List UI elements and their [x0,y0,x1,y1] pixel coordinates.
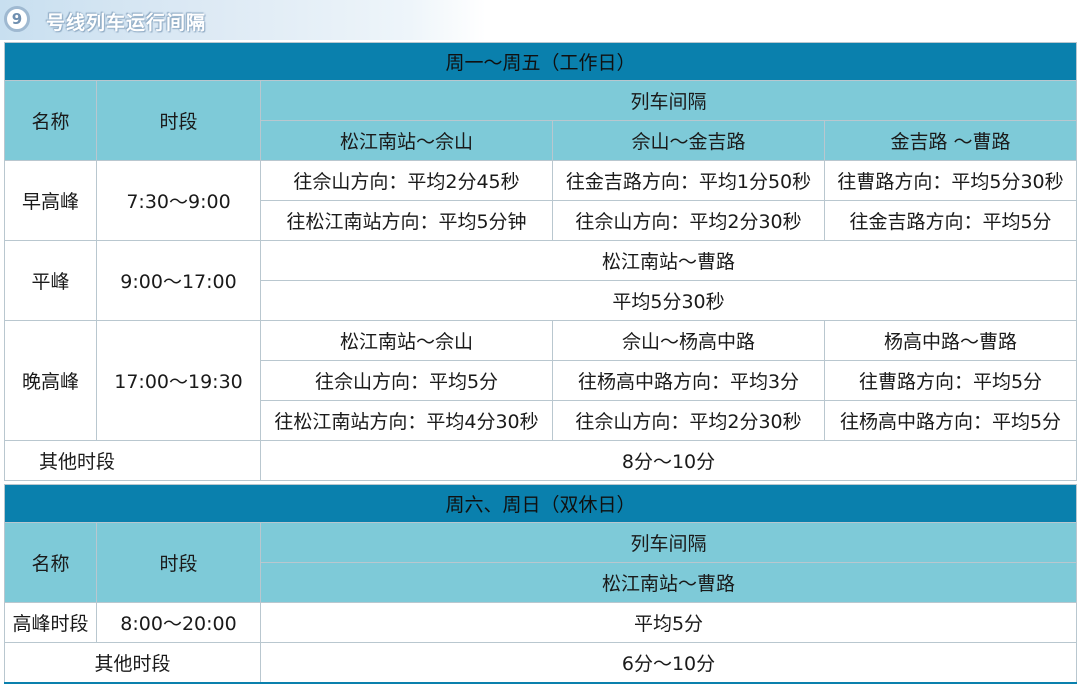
morning-peak-time: 7:30～9:00 [96,160,261,241]
offpeak-interval: 平均5分30秒 [260,280,1077,321]
column-header-period: 时段 [96,522,261,603]
weekend-other-name: 其他时段 [4,642,261,684]
segment-header-2: 佘山～金吉路 [552,120,825,161]
weekday-interval-table: 周一～周五（工作日） 名称 时段 列车间隔 松江南站～佘山 佘山～金吉路 金吉路… [4,42,1077,481]
weekday-other-name: 其他时段 [4,440,261,481]
table-cell: 佘山～杨高中路 [552,320,825,361]
table-cell: 往佘山方向：平均2分45秒 [260,160,553,201]
table-cell: 松江南站～佘山 [260,320,553,361]
table-cell: 杨高中路～曹路 [824,320,1077,361]
table-cell: 往杨高中路方向：平均5分 [824,400,1077,441]
table-cell: 往松江南站方向：平均5分钟 [260,200,553,241]
column-header-name: 名称 [4,522,97,603]
segment-header: 松江南站～曹路 [260,562,1077,603]
evening-peak-name: 晚高峰 [4,320,97,441]
table-cell: 往佘山方向：平均2分30秒 [552,400,825,441]
segment-header-3: 金吉路 ～曹路 [824,120,1077,161]
table-cell: 往杨高中路方向：平均3分 [552,360,825,401]
offpeak-name: 平峰 [4,240,97,321]
column-header-name: 名称 [4,80,97,161]
weekend-peak-time: 8:00～20:00 [96,602,261,643]
column-header-period: 时段 [96,80,261,161]
table-cell: 往佘山方向：平均5分 [260,360,553,401]
segment-header-1: 松江南站～佘山 [260,120,553,161]
weekend-interval-table: 周六、周日（双休日） 名称 时段 列车间隔 松江南站～曹路 高峰时段 8:00～… [4,484,1077,684]
weekend-section-header: 周六、周日（双休日） [4,484,1077,523]
column-header-interval: 列车间隔 [260,522,1077,563]
weekday-section-header: 周一～周五（工作日） [4,42,1077,81]
table-cell: 往曹路方向：平均5分 [824,360,1077,401]
morning-peak-name: 早高峰 [4,160,97,241]
offpeak-segment: 松江南站～曹路 [260,240,1077,281]
weekend-peak-name: 高峰时段 [4,602,97,643]
weekend-peak-interval: 平均5分 [260,602,1077,643]
weekend-other-interval: 6分～10分 [260,642,1077,684]
evening-peak-time: 17:00～19:30 [96,320,261,441]
table-cell: 往金吉路方向：平均1分50秒 [552,160,825,201]
section-banner: 9 号线列车运行间隔 [0,0,1080,40]
table-cell: 往松江南站方向：平均4分30秒 [260,400,553,441]
offpeak-time: 9:00～17:00 [96,240,261,321]
table-cell: 往金吉路方向：平均5分 [824,200,1077,241]
section-number-badge: 9 [4,6,30,32]
table-cell: 往佘山方向：平均2分30秒 [552,200,825,241]
weekday-other-interval: 8分～10分 [260,440,1077,481]
section-title: 号线列车运行间隔 [46,12,207,34]
column-header-interval: 列车间隔 [260,80,1077,121]
table-cell: 往曹路方向：平均5分30秒 [824,160,1077,201]
